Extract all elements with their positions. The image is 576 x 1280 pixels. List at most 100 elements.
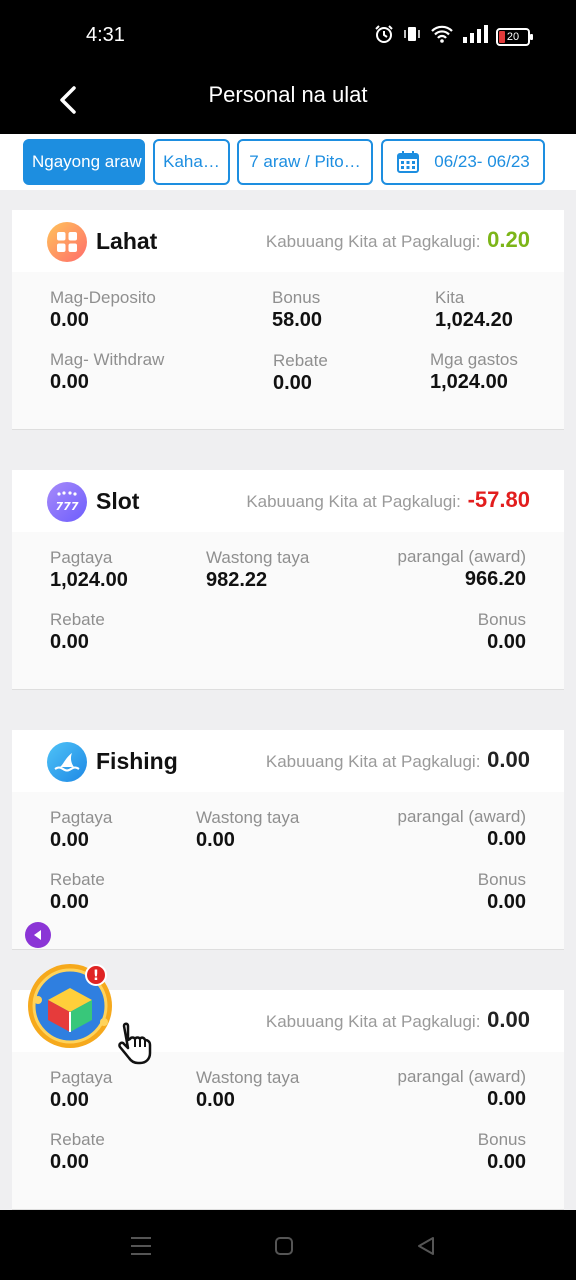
stat-value: 0.00 — [487, 1088, 526, 1110]
stat-label: Rebate — [50, 1130, 105, 1149]
stat-value: 0.00 — [487, 631, 526, 653]
stat-value: 0.00 — [50, 891, 89, 913]
stat-bet: Pagtaya 1,024.00 — [50, 548, 128, 592]
profit-loss: Kabuuang Kita at Pagkalugi: -57.80 — [246, 487, 530, 513]
stat-expenses: Mga gastos 1,024.00 — [430, 350, 518, 394]
profit-loss-label: Kabuuang Kita at Pagkalugi: — [265, 232, 481, 251]
pointing-hand-icon — [112, 1012, 168, 1068]
vibrate-icon — [402, 24, 422, 49]
back-triangle-icon[interactable] — [412, 1232, 440, 1260]
stat-rebate: Rebate 0.00 — [50, 610, 105, 654]
filter-yesterday-button[interactable]: Kaha… — [153, 139, 230, 185]
report-card-fishing: Fishing Kabuuang Kita at Pagkalugi: 0.00… — [12, 730, 564, 950]
stat-income: Kita 1,024.20 — [435, 288, 513, 332]
stat-label: parangal (award) — [397, 807, 526, 826]
stat-bonus: Bonus 0.00 — [478, 1130, 526, 1174]
stat-label: Mag- Withdraw — [50, 350, 165, 369]
treasure-box-button[interactable]: ! — [26, 960, 116, 1050]
stat-value: 0.00 — [50, 1151, 89, 1173]
stat-label: Rebate — [273, 351, 328, 370]
stat-label: Wastong taya — [196, 1068, 300, 1087]
stat-value: 982.22 — [206, 569, 268, 591]
stat-bonus: Bonus 58.00 — [272, 288, 322, 332]
stat-bonus: Bonus 0.00 — [478, 870, 526, 914]
date-filter-bar: Ngayong araw Kaha… 7 araw / Pito… 06/23-… — [0, 134, 576, 190]
stat-value: 0.00 — [196, 1089, 235, 1111]
stat-value: 1,024.00 — [50, 569, 128, 591]
status-time: 4:31 — [86, 24, 125, 46]
page-title: Personal na ulat — [208, 82, 368, 107]
filter-today-button[interactable]: Ngayong araw — [23, 139, 145, 185]
stat-label: Bonus — [272, 288, 321, 307]
stat-value: 0.00 — [273, 372, 312, 394]
slot-777-icon: 777 — [47, 482, 87, 522]
stat-value: 1,024.20 — [435, 309, 513, 331]
stat-bet: Pagtaya 0.00 — [50, 1068, 112, 1112]
date-range-label: 06/23- 06/23 — [434, 152, 530, 171]
stat-label: parangal (award) — [397, 547, 526, 566]
stat-value: 0.00 — [487, 1151, 526, 1173]
grid-icon — [47, 222, 87, 262]
stat-label: Mag-Deposito — [50, 288, 156, 307]
stat-value: 1,024.00 — [430, 371, 508, 393]
profit-loss: Kabuuang Kita at Pagkalugi: 0.00 — [266, 1007, 530, 1033]
stat-value: 0.00 — [50, 371, 89, 393]
date-range-picker[interactable]: 06/23- 06/23 — [381, 139, 545, 185]
stat-label: Pagtaya — [50, 548, 113, 567]
battery-icon: 20 — [496, 27, 533, 46]
profit-loss: Kabuuang Kita at Pagkalugi: 0.00 — [266, 747, 530, 773]
profit-loss-label: Kabuuang Kita at Pagkalugi: — [246, 492, 461, 511]
home-square-icon[interactable] — [270, 1232, 298, 1260]
stat-rebate: Rebate 0.00 — [50, 1130, 105, 1174]
stat-value: 0.00 — [50, 631, 89, 653]
report-card-lahat: Lahat Kabuuang Kita at Pagkalugi: 0.20 M… — [12, 210, 564, 430]
status-icons: 20 — [374, 24, 533, 49]
stat-valid-bet: Wastong taya 0.00 — [196, 1068, 299, 1112]
alarm-icon — [374, 24, 394, 49]
menu-icon[interactable] — [127, 1232, 155, 1260]
stat-value: 0.00 — [487, 891, 526, 913]
stat-rebate: Rebate 0.00 — [50, 870, 105, 914]
profit-loss-value: 0.00 — [487, 747, 530, 772]
alert-badge: ! — [93, 968, 99, 984]
stat-value: 0.00 — [50, 309, 89, 331]
stat-withdraw: Mag- Withdraw 0.00 — [50, 350, 164, 394]
battery-level: 20 — [506, 30, 520, 43]
stat-value: 0.00 — [50, 829, 89, 851]
stat-value: 0.00 — [50, 1089, 89, 1111]
triangle-left-icon — [34, 930, 41, 940]
stat-label: Mga gastos — [430, 350, 518, 369]
stat-label: Rebate — [50, 610, 105, 629]
report-card-slot: 777 Slot Kabuuang Kita at Pagkalugi: -57… — [12, 470, 564, 690]
card-title: Lahat — [96, 228, 158, 254]
shark-fin-icon — [47, 742, 87, 782]
stat-award: parangal (award) 966.20 — [397, 547, 526, 591]
stat-label: Pagtaya — [50, 808, 113, 827]
stat-label: Wastong taya — [206, 548, 310, 567]
calendar-icon — [397, 151, 420, 173]
card-header: Fishing Kabuuang Kita at Pagkalugi: 0.00 — [12, 730, 564, 792]
profit-loss-label: Kabuuang Kita at Pagkalugi: — [265, 752, 481, 771]
stat-value: 966.20 — [464, 568, 526, 590]
stat-label: Bonus — [477, 610, 526, 629]
wifi-icon — [430, 24, 454, 49]
stat-bet: Pagtaya 0.00 — [50, 808, 112, 852]
status-bar: 4:31 20 — [0, 0, 576, 68]
stat-label: Rebate — [50, 870, 105, 889]
signal-icon — [462, 24, 488, 49]
treasure-box-icon: ! — [28, 964, 112, 1048]
stat-rebate: Rebate 0.00 — [273, 351, 328, 395]
stat-value: 0.00 — [487, 828, 526, 850]
stat-award: parangal (award) 0.00 — [397, 1067, 526, 1111]
stat-label: Bonus — [477, 870, 526, 889]
stat-valid-bet: Wastong taya 0.00 — [196, 808, 299, 852]
stat-label: Kita — [435, 288, 465, 307]
collapse-float-button[interactable] — [25, 922, 51, 948]
stat-valid-bet: Wastong taya 982.22 — [206, 548, 309, 592]
filter-7-days-button[interactable]: 7 araw / Pito… — [237, 139, 373, 185]
profit-loss-value: 0.20 — [487, 227, 530, 252]
card-header: 777 Slot Kabuuang Kita at Pagkalugi: -57… — [12, 470, 564, 532]
card-title: Fishing — [96, 748, 178, 774]
profit-loss-value: -57.80 — [467, 487, 530, 512]
profit-loss: Kabuuang Kita at Pagkalugi: 0.20 — [266, 227, 530, 253]
